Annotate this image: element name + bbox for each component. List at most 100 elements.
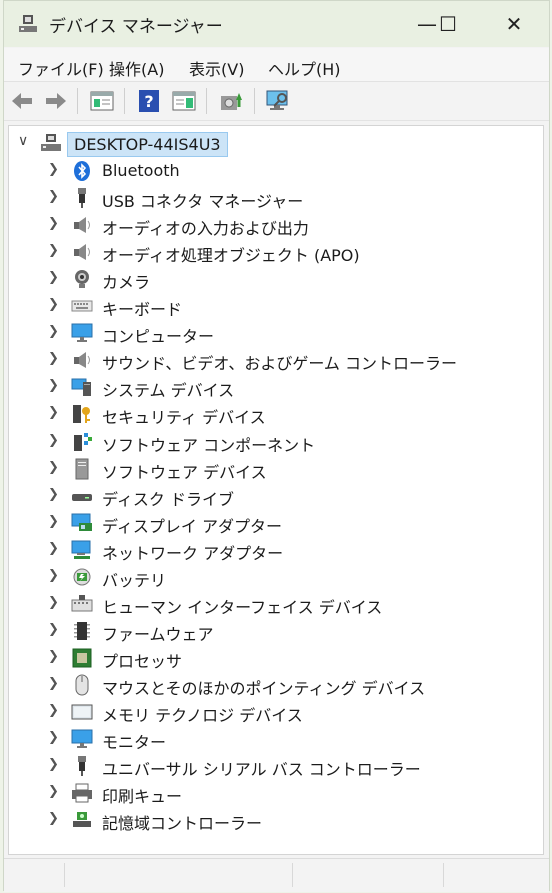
chevron-right-icon[interactable]: ❯ <box>48 270 59 285</box>
tree-item[interactable]: ❯ マウスとそのほかのポインティング デバイス <box>9 672 543 699</box>
forward-icon <box>46 93 66 109</box>
tree-item[interactable]: ❯ ソフトウェア デバイス <box>9 456 543 483</box>
tree-item[interactable]: ❯ プロセッサ <box>9 645 543 672</box>
tree-item[interactable]: ❯ ユニバーサル シリアル バス コントローラー <box>9 753 543 780</box>
window-title: デバイス マネージャー <box>49 17 223 37</box>
device-tree[interactable]: ∨ DESKTOP-44IS4U3 ❯ Bluetooth ❯ USB コネクタ マネ… <box>8 125 544 855</box>
scan-hardware-icon <box>266 90 288 110</box>
status-cell <box>65 863 293 887</box>
chevron-right-icon[interactable]: ❯ <box>48 405 59 420</box>
update-driver-button[interactable] <box>217 88 245 114</box>
tree-item[interactable]: ❯ 記憶域コントローラー <box>9 807 543 834</box>
tree-item-label: ユニバーサル シリアル バス コントローラー <box>102 760 421 780</box>
status-cell <box>4 863 65 887</box>
chevron-right-icon[interactable]: ❯ <box>48 784 59 799</box>
disk-drive-icon <box>71 485 93 507</box>
action-pane-button[interactable] <box>170 88 198 114</box>
chevron-right-icon[interactable]: ❯ <box>48 487 59 502</box>
tree-item[interactable]: ❯ カメラ <box>9 266 543 293</box>
tree-item[interactable]: ❯ セキュリティ デバイス <box>9 401 543 428</box>
chevron-right-icon[interactable]: ❯ <box>48 216 59 231</box>
tree-item-label: ファームウェア <box>102 624 214 644</box>
chevron-right-icon[interactable]: ❯ <box>48 811 59 826</box>
speaker-icon <box>71 349 93 371</box>
chevron-right-icon[interactable]: ❯ <box>48 541 59 556</box>
chevron-right-icon[interactable]: ❯ <box>48 568 59 583</box>
tree-item-label: メモリ テクノロジ デバイス <box>102 706 303 725</box>
firmware-icon <box>71 620 93 642</box>
tree-item[interactable]: ❯ モニター <box>9 726 543 753</box>
tree-item-label: ネットワーク アダプター <box>102 543 284 563</box>
menu-view[interactable]: 表示(V) <box>189 56 244 80</box>
tree-item-label: サウンド、ビデオ、およびゲーム コントローラー <box>102 354 458 374</box>
tree-item-label: Bluetooth <box>102 161 180 180</box>
tree-item-label: マウスとそのほかのポインティング デバイス <box>102 678 426 698</box>
tree-item[interactable]: ❯ オーディオ処理オブジェクト (APO) <box>9 239 543 266</box>
tree-item[interactable]: ❯ ディスプレイ アダプター <box>9 510 543 537</box>
tree-item[interactable]: ❯ ネットワーク アダプター <box>9 537 543 564</box>
chevron-right-icon[interactable]: ❯ <box>48 324 59 339</box>
display-adapter-icon <box>71 512 93 534</box>
chevron-right-icon[interactable]: ❯ <box>48 676 59 691</box>
chevron-right-icon[interactable]: ❯ <box>48 514 59 529</box>
tree-item[interactable]: ❯ ソフトウェア コンポーネント <box>9 429 543 456</box>
tree-item[interactable]: ❯ ヒューマン インターフェイス デバイス <box>9 591 543 618</box>
properties-button[interactable] <box>88 88 116 114</box>
tree-root[interactable]: ∨ DESKTOP-44IS4U3 <box>9 130 543 157</box>
tree-item-label: キーボード <box>102 300 183 320</box>
chevron-right-icon[interactable]: ❯ <box>48 703 59 718</box>
chevron-right-icon[interactable]: ❯ <box>48 433 59 448</box>
tree-item-label: コンピューター <box>102 327 215 347</box>
usb-icon <box>71 187 93 209</box>
chevron-right-icon[interactable]: ❯ <box>48 649 59 664</box>
menu-file[interactable]: ファイル(F) <box>18 56 104 80</box>
tree-item[interactable]: ❯ ディスク ドライブ <box>9 483 543 510</box>
tree-item[interactable]: ❯ システム デバイス <box>9 374 543 401</box>
action-pane-icon <box>172 91 196 111</box>
tree-item[interactable]: ❯ ファームウェア <box>9 618 543 645</box>
tree-item-label: モニター <box>102 733 167 753</box>
tree-item[interactable]: ❯ キーボード <box>9 293 543 320</box>
chevron-right-icon[interactable]: ❯ <box>48 622 59 637</box>
menu-help[interactable]: ヘルプ(H) <box>268 56 341 80</box>
help-button[interactable]: ? <box>135 88 163 114</box>
tree-item[interactable]: ❯ サウンド、ビデオ、およびゲーム コントローラー <box>9 347 543 374</box>
speaker-icon <box>71 241 93 263</box>
chevron-right-icon[interactable]: ❯ <box>48 730 59 745</box>
tree-item[interactable]: ❯ Bluetooth <box>9 158 543 185</box>
chevron-right-icon[interactable]: ❯ <box>48 378 59 393</box>
tree-item[interactable]: ❯ コンピューター <box>9 320 543 347</box>
battery-icon <box>71 566 93 588</box>
chevron-right-icon[interactable]: ❯ <box>48 162 59 177</box>
tree-item[interactable]: ❯ バッテリ <box>9 564 543 591</box>
device-manager-app-icon <box>19 15 37 32</box>
title-bar[interactable]: デバイス マネージャー — ☐ ✕ <box>4 1 549 47</box>
chevron-down-icon[interactable]: ∨ <box>18 133 28 149</box>
tree-item-label: システム デバイス <box>102 381 235 401</box>
tree-item[interactable]: ❯ オーディオの入力および出力 <box>9 212 543 239</box>
chevron-right-icon[interactable]: ❯ <box>48 351 59 366</box>
chevron-right-icon[interactable]: ❯ <box>48 460 59 475</box>
tree-item[interactable]: ❯ メモリ テクノロジ デバイス <box>9 699 543 726</box>
chevron-right-icon[interactable]: ❯ <box>48 243 59 258</box>
computer-name[interactable]: DESKTOP-44IS4U3 <box>67 132 228 157</box>
chevron-right-icon[interactable]: ❯ <box>48 595 59 610</box>
processor-icon <box>71 647 93 669</box>
tree-item-label: カメラ <box>102 273 151 293</box>
tree-item-label: プロセッサ <box>102 651 183 671</box>
forward-button[interactable] <box>42 88 70 114</box>
menu-action[interactable]: 操作(A) <box>109 56 164 80</box>
tree-item[interactable]: ❯ USB コネクタ マネージャー <box>9 185 543 212</box>
back-icon <box>12 93 32 109</box>
tree-item-label: ディスプレイ アダプター <box>102 516 282 536</box>
chevron-right-icon[interactable]: ❯ <box>48 757 59 772</box>
chevron-right-icon[interactable]: ❯ <box>48 189 59 204</box>
scan-hardware-button[interactable] <box>264 88 292 114</box>
back-button[interactable] <box>8 88 36 114</box>
tree-item[interactable]: ❯ 印刷キュー <box>9 780 543 807</box>
toolbar: ? <box>4 82 549 121</box>
maximize-button[interactable]: ☐ <box>425 1 471 47</box>
close-button[interactable]: ✕ <box>491 1 537 47</box>
tree-item-label: セキュリティ デバイス <box>102 408 266 428</box>
chevron-right-icon[interactable]: ❯ <box>48 297 59 312</box>
